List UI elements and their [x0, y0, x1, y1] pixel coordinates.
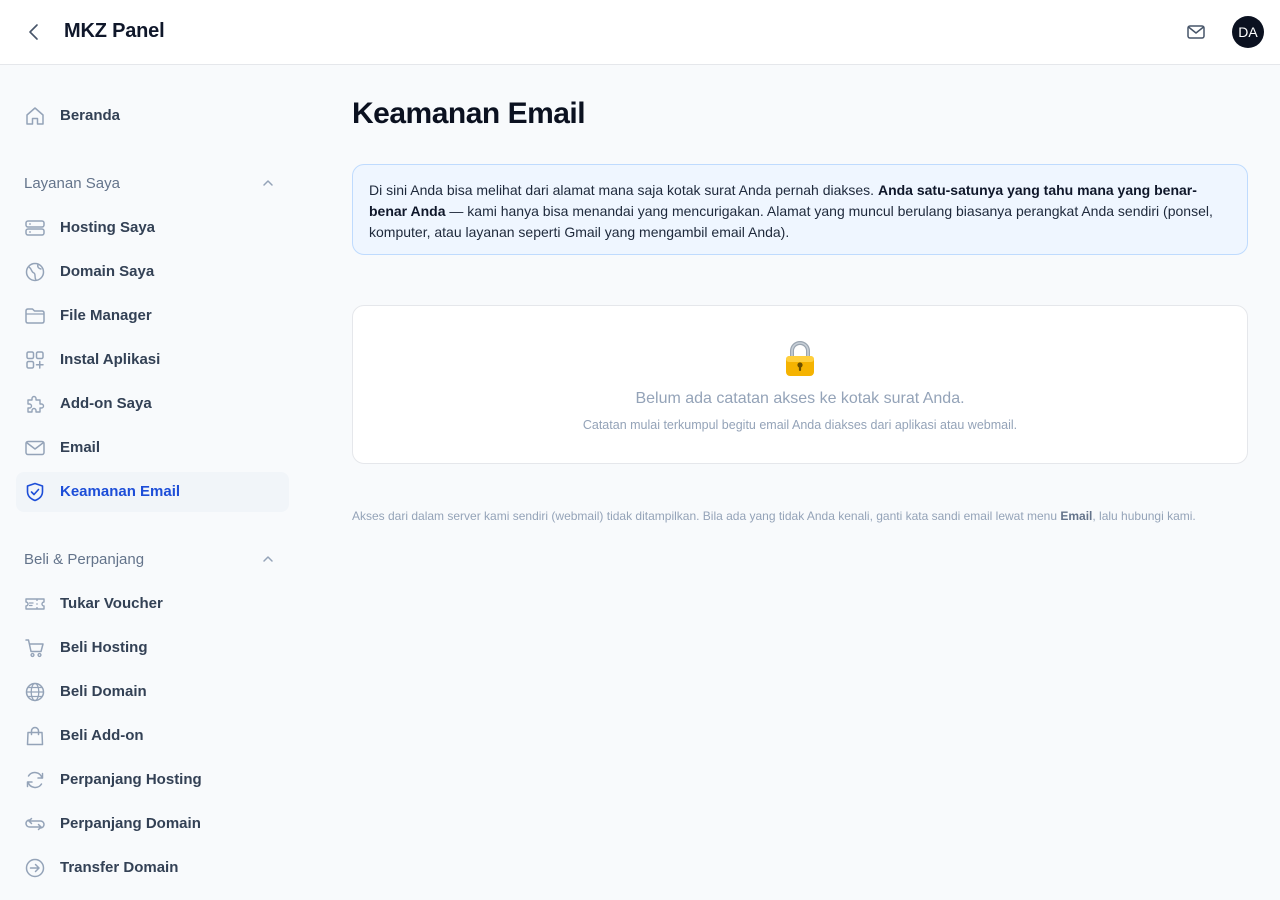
home-icon	[24, 105, 46, 127]
sidebar-item-file-manager[interactable]: File Manager	[16, 296, 289, 336]
section-title: Beli & Perpanjang	[24, 551, 145, 568]
sidebar-item-label: Perpanjang Domain	[60, 815, 201, 832]
sidebar-item-label: Instal Aplikasi	[60, 351, 161, 368]
mail-icon	[24, 437, 46, 459]
chevron-up-icon	[263, 180, 273, 186]
sidebar-item-keamanan-email[interactable]: Keamanan Email	[16, 472, 289, 512]
empty-state-subtitle: Catatan mulai terkumpul begitu email And…	[582, 418, 1018, 432]
section-beli-perpanjang[interactable]: Beli & Perpanjang	[16, 543, 289, 575]
sidebar-item-label: Perpanjang Hosting	[60, 771, 202, 788]
chevron-left-icon	[29, 24, 38, 40]
footnote-email-menu: Email	[1060, 509, 1093, 523]
sidebar-item-label: Beranda	[60, 107, 121, 124]
sidebar-item-domain-saya[interactable]: Domain Saya	[16, 252, 289, 292]
folder-icon	[24, 305, 46, 327]
sidebar-item-label: Domain Saya	[60, 263, 155, 280]
lock-icon	[786, 341, 814, 376]
user-avatar[interactable]: DA	[1232, 16, 1264, 48]
empty-state-title: Belum ada catatan akses ke kotak surat A…	[635, 390, 965, 407]
server-icon	[24, 217, 46, 239]
puzzle-icon	[24, 393, 46, 415]
sidebar-item-label: Beli Hosting	[60, 639, 148, 656]
sidebar-item-label: Beli Domain	[60, 683, 147, 700]
chevron-up-icon	[263, 556, 273, 562]
refresh-icon	[24, 813, 46, 835]
footnote-text-rest: , lalu hubungi kami.	[1092, 509, 1196, 523]
mail-button[interactable]	[1184, 20, 1208, 44]
sidebar-item-transfer-domain[interactable]: Transfer Domain	[16, 848, 289, 888]
sidebar-item-label: Keamanan Email	[60, 483, 181, 500]
sidebar-item-instal-aplikasi[interactable]: Instal Aplikasi	[16, 340, 289, 380]
sidebar-item-label: File Manager	[60, 307, 152, 324]
shopping-bag-icon	[24, 725, 46, 747]
top-bar: MKZ Panel DA	[0, 0, 1280, 65]
footnote-text-intro: Akses dari dalam server kami sendiri (we…	[352, 509, 1061, 523]
sidebar-item-beli-hosting[interactable]: Beli Hosting	[16, 628, 289, 668]
sidebar-item-email[interactable]: Email	[16, 428, 289, 468]
sidebar-item-beli-add-on[interactable]: Beli Add-on	[16, 716, 289, 756]
app-title: MKZ Panel	[64, 20, 165, 42]
globe-icon	[24, 681, 46, 703]
sidebar-item-label: Beli Add-on	[60, 727, 144, 744]
sidebar-item-label: Hosting Saya	[60, 219, 156, 236]
sidebar-item-label: Transfer Domain	[60, 859, 179, 876]
section-layanan-saya[interactable]: Layanan Saya	[16, 167, 289, 199]
shield-check-icon	[24, 481, 46, 503]
ticket-icon	[24, 593, 46, 615]
sidebar-item-add-on-saya[interactable]: Add-on Saya	[16, 384, 289, 424]
sidebar-item-hosting-saya[interactable]: Hosting Saya	[16, 208, 289, 248]
section-title: Layanan Saya	[24, 175, 120, 192]
sidebar-item-label: Tukar Voucher	[60, 595, 163, 612]
sidebar-item-beranda[interactable]: Beranda	[16, 96, 289, 136]
refresh-icon	[24, 769, 46, 791]
info-notice: Di sini Anda bisa melihat dari alamat ma…	[352, 164, 1248, 255]
info-text-rest: — kami hanya bisa menandai yang mencurig…	[369, 203, 1213, 240]
sidebar-item-beli-domain[interactable]: Beli Domain	[16, 672, 289, 712]
info-text-intro: Di sini Anda bisa melihat dari alamat ma…	[369, 182, 878, 198]
cart-icon	[24, 637, 46, 659]
arrow-right-circle-icon	[24, 857, 46, 879]
sidebar-item-label: Email	[60, 439, 101, 456]
page-title: Keamanan Email	[352, 97, 586, 130]
sidebar-item-perpanjang-domain[interactable]: Perpanjang Domain	[16, 804, 289, 844]
back-button[interactable]	[22, 20, 46, 44]
footnote: Akses dari dalam server kami sendiri (we…	[352, 509, 1252, 523]
access-log-empty-state: Belum ada catatan akses ke kotak surat A…	[352, 305, 1248, 464]
sidebar-item-perpanjang-hosting[interactable]: Perpanjang Hosting	[16, 760, 289, 800]
sidebar-item-tukar-voucher[interactable]: Tukar Voucher	[16, 584, 289, 624]
sidebar: Beranda Layanan Saya Hosting Saya Domain…	[0, 65, 304, 900]
sidebar-item-label: Add-on Saya	[60, 395, 152, 412]
mail-icon	[1187, 25, 1205, 39]
globe-icon	[24, 261, 46, 283]
apps-plus-icon	[24, 349, 46, 371]
